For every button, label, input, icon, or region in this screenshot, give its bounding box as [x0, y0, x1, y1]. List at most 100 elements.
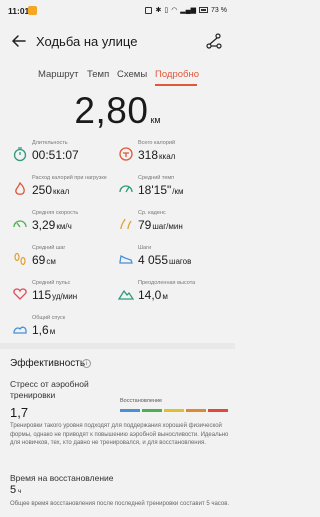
- descent-icon: [13, 326, 27, 334]
- stat-unit: шагов: [169, 257, 192, 266]
- scale-segment: [186, 409, 206, 412]
- status-time: 11:01: [8, 6, 30, 16]
- shoe-icon: [119, 255, 133, 264]
- stat-label: Длительность: [32, 140, 68, 146]
- back-arrow-icon[interactable]: [10, 32, 28, 50]
- bluetooth-icon: ✱: [155, 7, 162, 14]
- stat-label: Ср. каденс: [138, 210, 166, 216]
- footsteps-icon: [14, 252, 26, 266]
- stat-footsteps: Средний шаг 69см: [12, 245, 122, 275]
- cadence-icon: [120, 218, 132, 230]
- info-icon[interactable]: i: [82, 359, 91, 368]
- stat-pace: Средний темп 18'15"/км: [118, 175, 228, 205]
- share-icon[interactable]: [205, 32, 223, 50]
- wifi-icon: ◠: [171, 7, 178, 14]
- mountain-icon: [118, 289, 134, 300]
- efficiency-title: Эффективность: [10, 358, 86, 369]
- stat-shoe: Шаги 4 055шагов: [118, 245, 228, 275]
- stat-calories: Всего калорий 318ккал: [118, 140, 228, 170]
- distance-unit: км: [150, 115, 161, 125]
- stat-value-wrap: 79шаг/мин: [138, 218, 183, 232]
- stat-unit: уд/мин: [52, 292, 78, 301]
- pace-icon: [119, 185, 133, 193]
- active-tab-indicator: [155, 84, 197, 86]
- tab-charts[interactable]: Схемы: [117, 69, 147, 80]
- vibrate-icon: ▯: [164, 7, 169, 14]
- tab-bar: Маршрут Темп Схемы Подробно: [0, 66, 235, 88]
- stat-value-wrap: 4 055шагов: [138, 253, 191, 267]
- recovery-time-label: Время на восстановление: [10, 473, 114, 483]
- aerobic-stress-label: Стресс от аэробной тренировки: [10, 379, 89, 400]
- stat-value: 00:51:07: [32, 148, 79, 162]
- stress-description: Тренировки такого уровня подходят для по…: [10, 423, 229, 446]
- stat-label: Средний шаг: [32, 245, 66, 251]
- stat-value-wrap: 250ккал: [32, 183, 69, 197]
- stat-value-wrap: 1,6м: [32, 323, 55, 337]
- aerobic-stress-value: 1,7: [10, 405, 29, 420]
- stat-value-wrap: 69см: [32, 253, 56, 267]
- recovery-unit: ч: [18, 489, 22, 495]
- speed-icon: [13, 220, 27, 228]
- stat-mountain: Преодоленная высота 14,0м: [118, 280, 228, 310]
- stat-value-wrap: 00:51:07: [32, 148, 79, 162]
- calories-icon: [119, 147, 133, 161]
- stat-value-wrap: 318ккал: [138, 148, 175, 162]
- stat-label: Всего калорий: [138, 140, 176, 146]
- recovery-time-value: 5ч: [10, 484, 21, 496]
- stat-unit: м: [162, 292, 168, 301]
- battery-level: 73 %: [211, 6, 227, 14]
- scale-segment: [208, 409, 228, 412]
- stat-label: Расход калорий при нагрузке: [32, 175, 107, 181]
- stat-label: Преодоленная высота: [138, 280, 196, 286]
- stat-value: 3,29: [32, 218, 56, 232]
- stat-unit: см: [46, 257, 56, 266]
- stat-descent: Общий спуск 1,6м: [12, 315, 122, 345]
- stat-value: 14,0: [138, 288, 162, 302]
- tab-details[interactable]: Подробно: [155, 69, 199, 80]
- stopwatch-icon: [13, 147, 27, 162]
- stat-cadence: Ср. каденс 79шаг/мин: [118, 210, 228, 240]
- stat-value-wrap: 18'15"/км: [138, 183, 183, 197]
- stat-stopwatch: Длительность 00:51:07: [12, 140, 122, 170]
- scale-segment: [164, 409, 184, 412]
- page-title: Ходьба на улице: [36, 34, 138, 49]
- stress-scale-bar: [120, 409, 228, 412]
- tab-pace[interactable]: Темп: [87, 69, 109, 80]
- stat-value: 115: [32, 288, 52, 302]
- status-bar: 11:01 ✱ ▯ ◠ ▂▄▆ 73 %: [0, 0, 235, 22]
- stat-unit: шаг/мин: [152, 222, 183, 231]
- stat-label: Общий спуск: [32, 315, 66, 321]
- flame-icon: [15, 181, 25, 195]
- stat-unit: км/ч: [56, 222, 72, 231]
- header: Ходьба на улице: [0, 28, 235, 58]
- recovery-scale-label: Восстановление: [120, 398, 163, 404]
- stat-value-wrap: 115уд/мин: [32, 288, 77, 302]
- tab-route[interactable]: Маршрут: [38, 69, 79, 80]
- notification-icon: [28, 6, 37, 15]
- stat-unit: м: [49, 327, 56, 336]
- recovery-hours: 5: [10, 484, 17, 496]
- stat-value: 250: [32, 183, 53, 197]
- status-icons: ✱ ▯ ◠ ▂▄▆ 73 %: [145, 6, 227, 14]
- distance-value: 2,80: [74, 90, 149, 131]
- stat-unit: /км: [172, 187, 184, 196]
- scale-segment: [120, 409, 140, 412]
- stat-heart: Средний пульс 115уд/мин: [12, 280, 122, 310]
- heart-icon: [13, 288, 27, 300]
- stat-value: 318: [138, 148, 159, 162]
- stat-unit: ккал: [159, 152, 176, 161]
- scale-segment: [142, 409, 162, 412]
- nfc-icon: [145, 6, 153, 14]
- stat-value: 4 055: [138, 253, 169, 267]
- battery-icon: [199, 7, 209, 13]
- distance-display: 2,80 км: [0, 90, 235, 132]
- stat-speed: Средняя скорость 3,29км/ч: [12, 210, 122, 240]
- stat-value: 1,6: [32, 323, 49, 337]
- stat-value: 79: [138, 218, 152, 232]
- recovery-description: Общее время восстановления после последн…: [10, 501, 230, 507]
- stat-flame: Расход калорий при нагрузке 250ккал: [12, 175, 122, 205]
- stat-value-wrap: 3,29км/ч: [32, 218, 72, 232]
- stat-label: Шаги: [138, 245, 152, 251]
- stat-unit: ккал: [53, 187, 70, 196]
- stat-label: Средний темп: [138, 175, 175, 181]
